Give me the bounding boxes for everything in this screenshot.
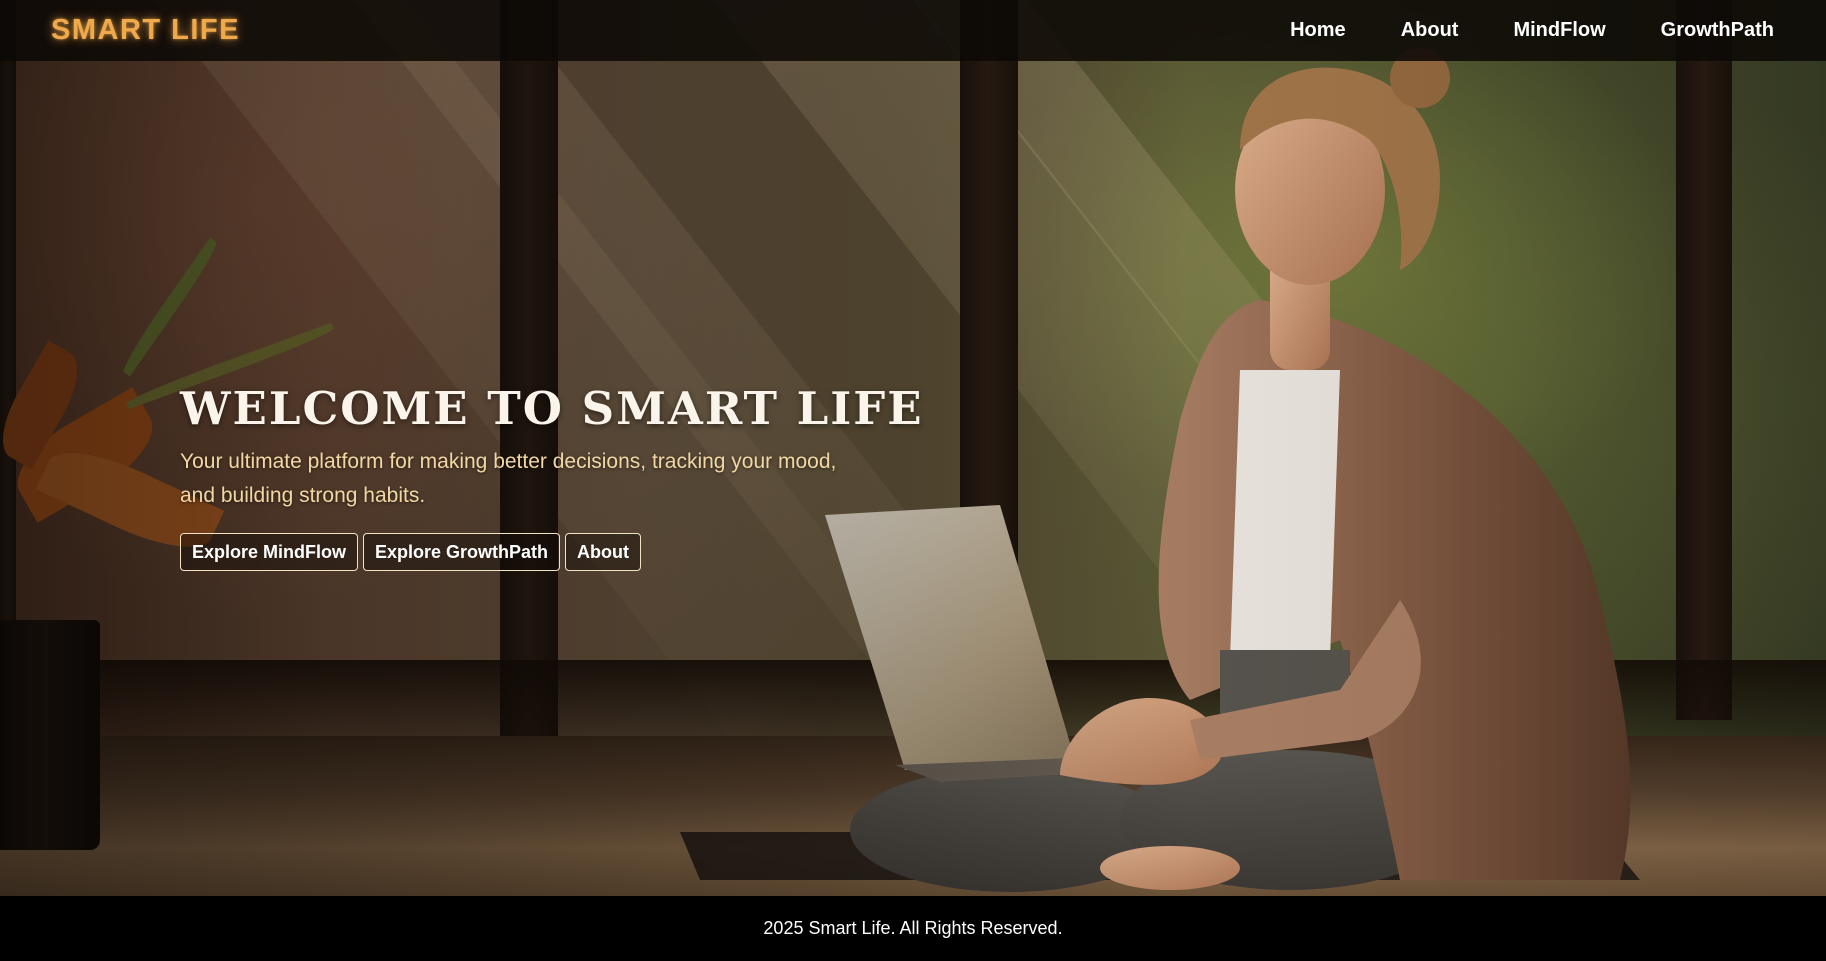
nav-link-home[interactable]: Home [1290, 19, 1346, 42]
brand-logo[interactable]: SMART LIFE [51, 14, 240, 47]
nav-link-growthpath[interactable]: GrowthPath [1661, 19, 1774, 42]
main-nav: Home About MindFlow GrowthPath [1290, 19, 1774, 42]
top-navbar: SMART LIFE Home About MindFlow GrowthPat… [0, 0, 1826, 61]
page-footer: 2025 Smart Life. All Rights Reserved. [0, 896, 1826, 961]
footer-copyright: 2025 Smart Life. All Rights Reserved. [763, 918, 1063, 938]
about-button[interactable]: About [565, 533, 642, 571]
nav-link-mindflow[interactable]: MindFlow [1513, 19, 1605, 42]
explore-growthpath-button[interactable]: Explore GrowthPath [363, 533, 561, 571]
hero-title: WELCOME TO SMART LIFE [180, 382, 924, 435]
hero-button-row: Explore MindFlow Explore GrowthPath Abou… [180, 533, 880, 571]
hero-subtitle: Your ultimate platform for making better… [180, 450, 837, 507]
nav-link-about[interactable]: About [1401, 19, 1459, 42]
hero-content: WELCOME TO SMART LIFE Your ultimate plat… [180, 382, 924, 571]
explore-mindflow-button[interactable]: Explore MindFlow [180, 533, 359, 571]
